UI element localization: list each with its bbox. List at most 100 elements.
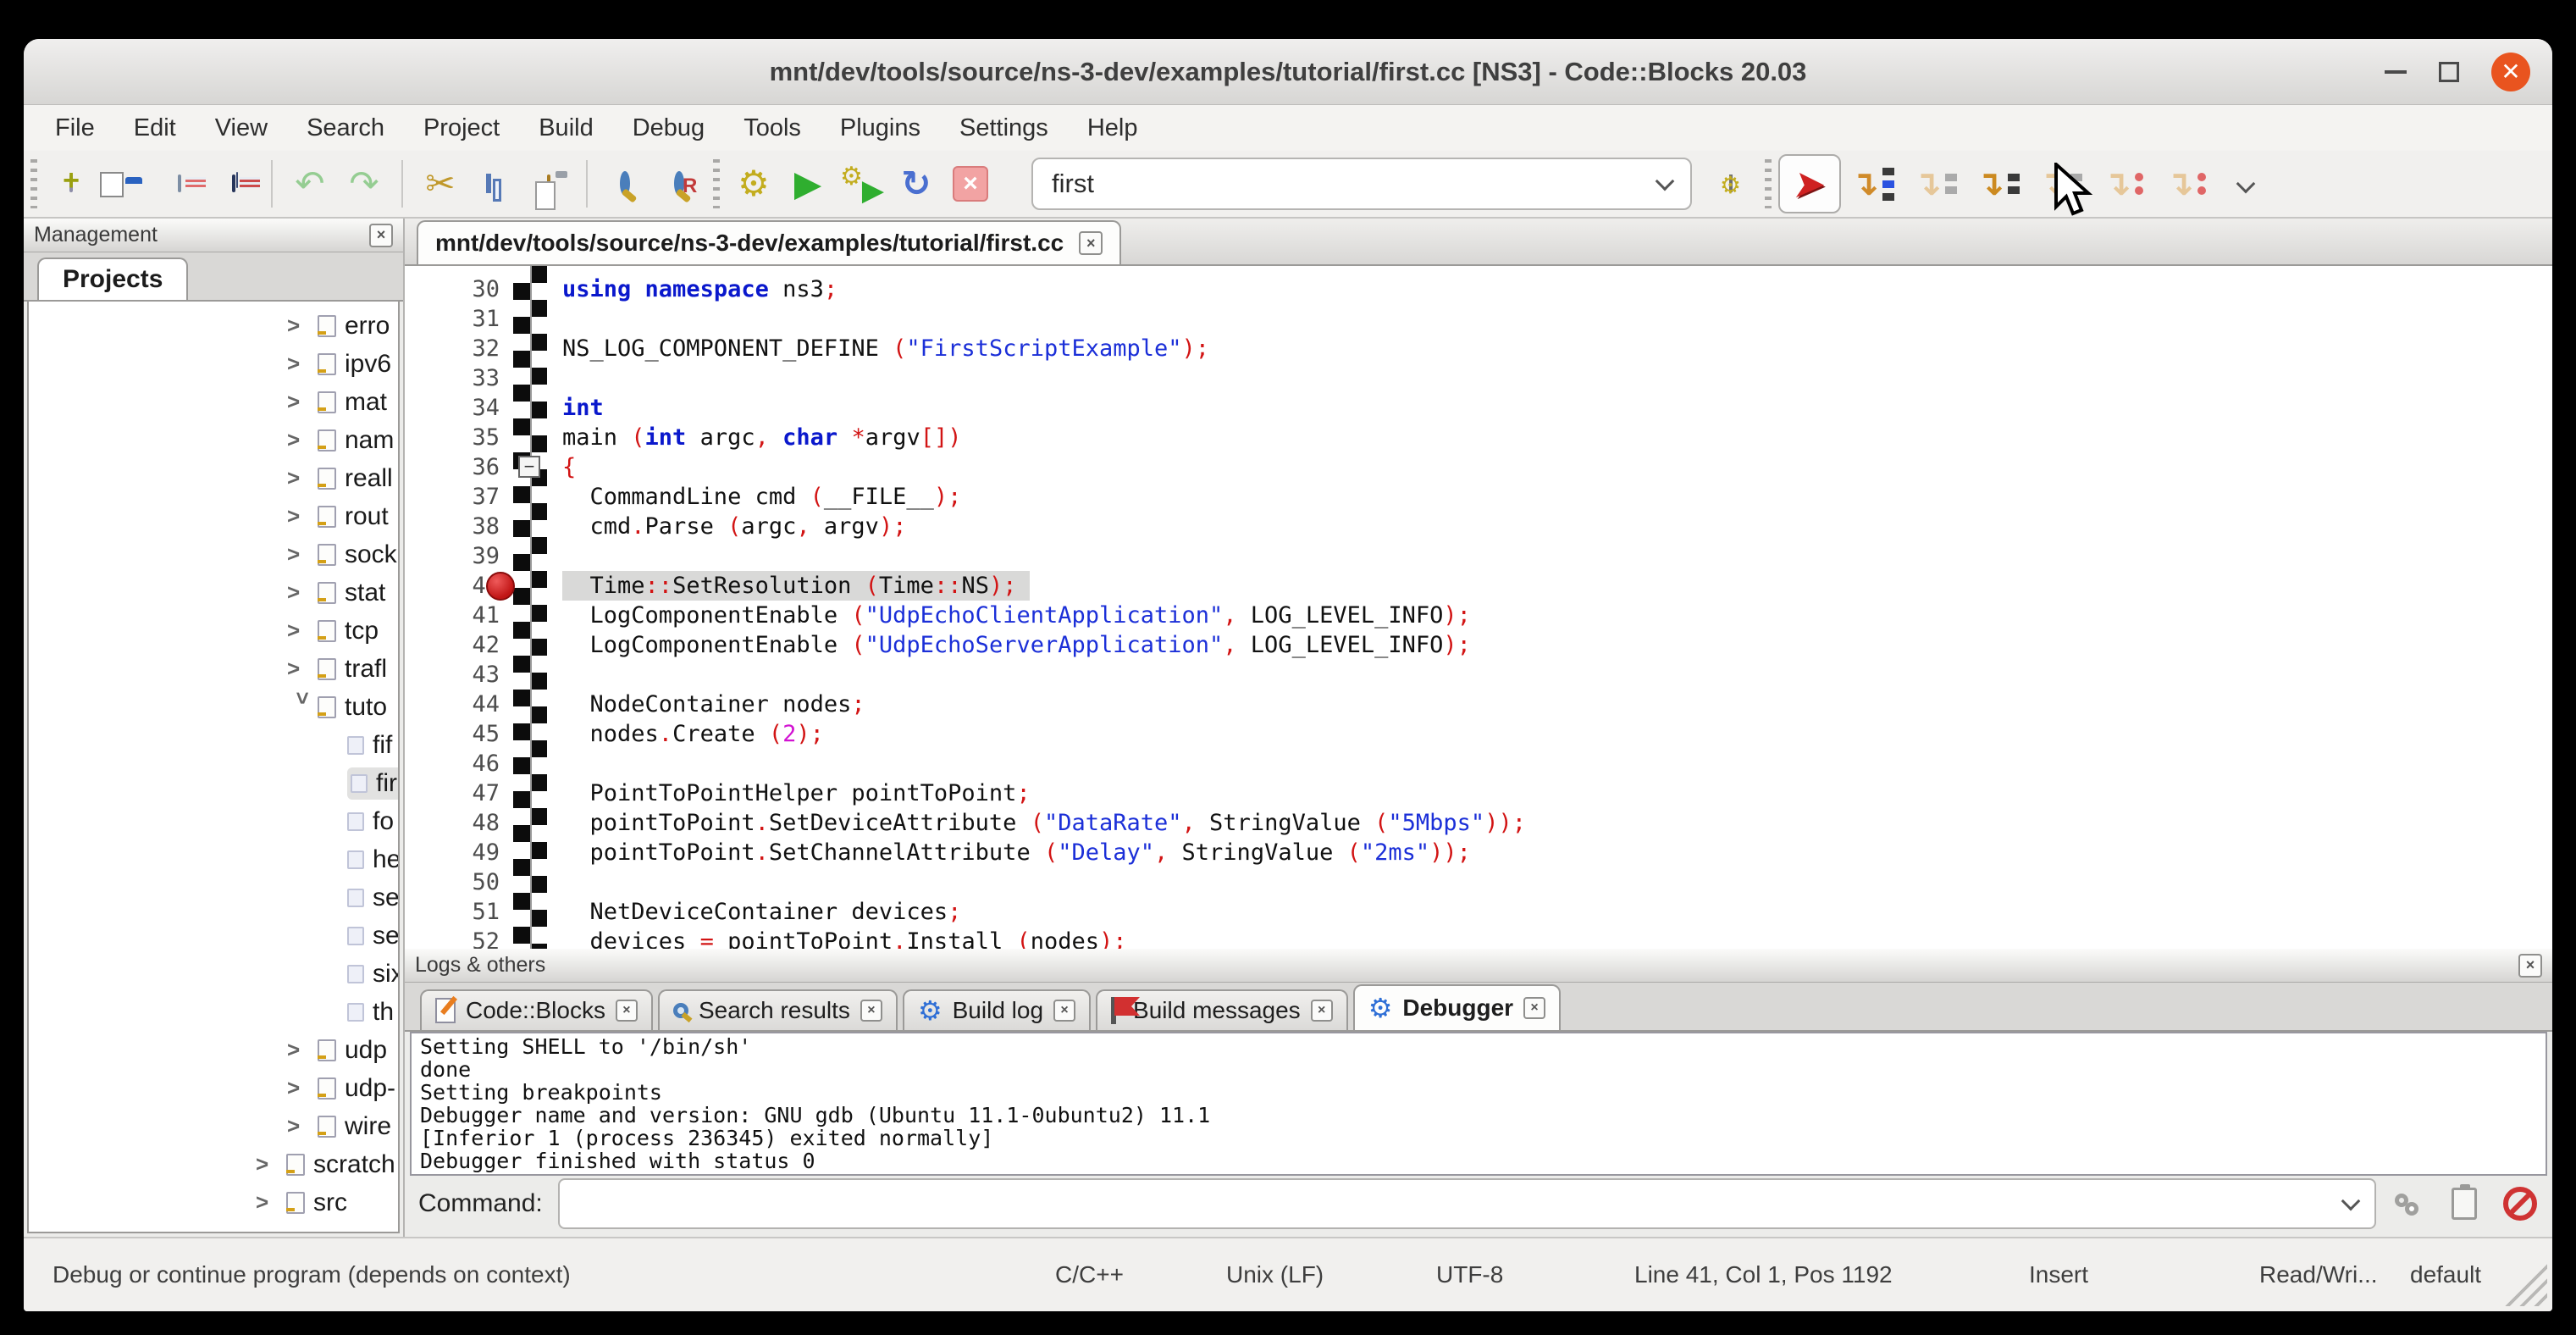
tree-item-stat[interactable]: >stat xyxy=(29,573,398,612)
code-line-35[interactable]: 35main (int argc, char *argv[]) xyxy=(405,423,2552,452)
editor-tab[interactable]: mnt/dev/tools/source/ns-3-dev/examples/t… xyxy=(417,220,1121,264)
code-line-49[interactable]: 49 pointToPoint.SetChannelAttribute ("De… xyxy=(405,838,2552,867)
code-line-34[interactable]: 34int xyxy=(405,393,2552,423)
tree-chevron-closed-icon[interactable]: > xyxy=(287,389,318,415)
logs-close-icon[interactable]: × xyxy=(2518,954,2542,978)
tree-chevron-closed-icon[interactable]: > xyxy=(287,427,318,453)
code-line-37[interactable]: 37 CommandLine cmd (__FILE__); xyxy=(405,482,2552,512)
log-tab-code-blocks[interactable]: Code::Blocks× xyxy=(420,989,653,1030)
log-tab-debugger[interactable]: ⚙Debugger× xyxy=(1353,984,1561,1030)
log-tab-build-messages[interactable]: Build messages× xyxy=(1096,989,1348,1030)
minimize-button[interactable] xyxy=(2385,70,2407,74)
step-into-button[interactable]: ↴ xyxy=(1966,154,2029,213)
undo-button[interactable]: ↶ xyxy=(283,157,337,211)
menu-tools[interactable]: Tools xyxy=(724,114,821,142)
tree-chevron-closed-icon[interactable]: > xyxy=(287,465,318,491)
tree-chevron-closed-icon[interactable]: > xyxy=(287,1113,318,1139)
replace-button[interactable]: R xyxy=(652,157,706,211)
debug-toolbar-overflow-chevron-icon[interactable] xyxy=(2236,174,2256,194)
next-line-button[interactable]: ↴ xyxy=(1904,154,1966,213)
resize-grip[interactable] xyxy=(2500,1259,2547,1306)
tree-chevron-closed-icon[interactable]: > xyxy=(287,579,318,606)
editor-tab-close-icon[interactable]: × xyxy=(1079,231,1103,255)
link-button[interactable] xyxy=(2385,1178,2432,1229)
menu-debug[interactable]: Debug xyxy=(613,114,724,142)
code-line-48[interactable]: 48 pointToPoint.SetDeviceAttribute ("Dat… xyxy=(405,808,2552,838)
save-all-button[interactable] xyxy=(207,157,261,211)
open-file-button[interactable] xyxy=(98,157,152,211)
step-into-instruction-button[interactable]: ↴ xyxy=(2154,154,2217,213)
menu-edit[interactable]: Edit xyxy=(114,114,196,142)
log-tab-close-icon[interactable]: × xyxy=(1311,1000,1333,1022)
toolbar-drag-handle[interactable] xyxy=(713,159,720,208)
tree-chevron-closed-icon[interactable]: > xyxy=(287,541,318,568)
menu-build[interactable]: Build xyxy=(519,114,613,142)
menu-plugins[interactable]: Plugins xyxy=(821,114,940,142)
code-line-42[interactable]: 42 LogComponentEnable ("UdpEchoServerApp… xyxy=(405,630,2552,660)
clipboard-button[interactable] xyxy=(2441,1178,2488,1229)
tree-item-he[interactable]: he xyxy=(29,840,398,878)
menu-search[interactable]: Search xyxy=(287,114,404,142)
build-target-select[interactable]: first xyxy=(1031,158,1692,210)
fold-marker[interactable]: − xyxy=(518,456,540,478)
toolbar-drag-handle[interactable] xyxy=(30,159,37,208)
build-and-run-button[interactable]: ⚙▶ xyxy=(835,157,889,211)
redo-button[interactable]: ↷ xyxy=(337,157,391,211)
tree-item-rout[interactable]: >rout xyxy=(29,497,398,535)
tree-chevron-closed-icon[interactable]: > xyxy=(287,313,318,339)
debug-continue-button[interactable]: ➤ xyxy=(1778,154,1841,213)
tree-item-fir[interactable]: fir xyxy=(29,764,398,802)
build-properties-button[interactable] xyxy=(1704,157,1758,211)
run-button[interactable]: ▶ xyxy=(781,157,835,211)
tree-chevron-closed-icon[interactable]: > xyxy=(287,656,318,682)
abort-button[interactable]: × xyxy=(943,157,998,211)
code-line-32[interactable]: 32NS_LOG_COMPONENT_DEFINE ("FirstScriptE… xyxy=(405,334,2552,363)
cut-button[interactable]: ✂ xyxy=(413,157,467,211)
command-input[interactable] xyxy=(558,1178,2376,1229)
tree-item-mat[interactable]: >mat xyxy=(29,383,398,421)
tree-item-nam[interactable]: >nam xyxy=(29,421,398,459)
tree-item-tcp[interactable]: >tcp xyxy=(29,612,398,650)
tree-item-se[interactable]: se xyxy=(29,917,398,955)
find-button[interactable] xyxy=(598,157,652,211)
tree-item-fif[interactable]: fif xyxy=(29,726,398,764)
copy-button[interactable] xyxy=(467,157,522,211)
tree-item-scratch[interactable]: >scratch xyxy=(29,1145,398,1183)
menu-help[interactable]: Help xyxy=(1068,114,1158,142)
code-line-38[interactable]: 38 cmd.Parse (argc, argv); xyxy=(405,512,2552,541)
tree-item-reall[interactable]: >reall xyxy=(29,459,398,497)
maximize-button[interactable] xyxy=(2439,62,2459,82)
tree-item-se[interactable]: se xyxy=(29,878,398,917)
new-file-button[interactable]: + xyxy=(44,157,98,211)
tree-chevron-closed-icon[interactable]: > xyxy=(287,618,318,644)
code-line-36[interactable]: 36{ xyxy=(405,452,2552,482)
code-line-52[interactable]: 52 devices = pointToPoint.Install (nodes… xyxy=(405,927,2552,949)
title-bar[interactable]: mnt/dev/tools/source/ns-3-dev/examples/t… xyxy=(24,39,2552,105)
rebuild-button[interactable]: ↻ xyxy=(889,157,943,211)
log-tab-search-results[interactable]: Search results× xyxy=(658,989,898,1030)
code-line-40[interactable]: 40 Time::SetResolution (Time::NS); xyxy=(405,571,2552,601)
tree-item-th[interactable]: th xyxy=(29,993,398,1031)
tree-item-tuto[interactable]: >tuto xyxy=(29,688,398,726)
log-tab-close-icon[interactable]: × xyxy=(1523,997,1545,1019)
toolbar-drag-handle[interactable] xyxy=(1765,159,1772,208)
code-line-47[interactable]: 47 PointToPointHelper pointToPoint; xyxy=(405,778,2552,808)
log-tab-build-log[interactable]: ⚙Build log× xyxy=(903,989,1091,1030)
debugger-output[interactable]: Setting SHELL to '/bin/sh'doneSetting br… xyxy=(410,1032,2547,1176)
log-tab-close-icon[interactable]: × xyxy=(616,1000,638,1022)
code-line-51[interactable]: 51 NetDeviceContainer devices; xyxy=(405,897,2552,927)
tree-item-erro[interactable]: >erro xyxy=(29,307,398,345)
tree-item-ipv6[interactable]: >ipv6 xyxy=(29,345,398,383)
code-line-44[interactable]: 44 NodeContainer nodes; xyxy=(405,690,2552,719)
tree-chevron-closed-icon[interactable]: > xyxy=(256,1189,286,1216)
tree-item-six[interactable]: six xyxy=(29,955,398,993)
menu-view[interactable]: View xyxy=(196,114,287,142)
menu-settings[interactable]: Settings xyxy=(940,114,1068,142)
tree-item-fo[interactable]: fo xyxy=(29,802,398,840)
tree-item-wire[interactable]: >wire xyxy=(29,1107,398,1145)
log-tab-close-icon[interactable]: × xyxy=(1053,1000,1075,1022)
run-to-cursor-button[interactable]: ↴ xyxy=(1841,154,1904,213)
tree-item-sock[interactable]: >sock xyxy=(29,535,398,573)
tree-item-udp-[interactable]: >udp- xyxy=(29,1069,398,1107)
menu-project[interactable]: Project xyxy=(404,114,519,142)
